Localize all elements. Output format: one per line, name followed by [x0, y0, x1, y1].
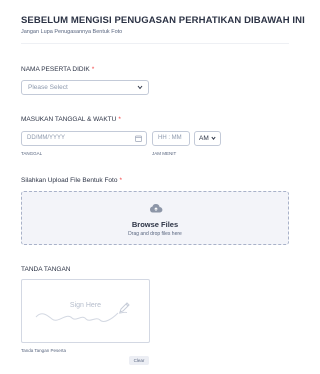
signature-pad[interactable]: Sign Here	[21, 279, 150, 343]
student-name-select[interactable]: Please Select	[21, 80, 149, 95]
clear-signature-button[interactable]: Clear	[129, 356, 149, 365]
date-sublabel: TANGGAL	[21, 151, 43, 156]
time-sublabel: JAM MENIT	[152, 151, 177, 156]
signature-sublabel: Tanda Tangan Peserta	[21, 348, 66, 353]
required-marker: *	[91, 66, 95, 73]
ampm-select[interactable]: AM	[194, 131, 221, 146]
cloud-upload-icon	[149, 200, 163, 213]
header-divider	[21, 43, 289, 44]
date-input[interactable]: DD/MM/YYYY	[21, 131, 147, 146]
upload-label: Silahkan Upload File Bentuk Foto *	[21, 177, 122, 184]
form-subtitle: Jangan Lupa Penugasannya Bentuk Foto	[21, 29, 123, 35]
ampm-value: AM	[199, 135, 209, 142]
student-name-label-text: NAMA PESERTA DIDIK	[21, 66, 90, 73]
required-marker: *	[119, 177, 123, 184]
file-upload-dropzone[interactable]: Browse Files Drag and drop files here	[21, 191, 289, 245]
date-placeholder: DD/MM/YYYY	[27, 135, 66, 141]
browse-files-button[interactable]: Browse Files	[22, 220, 288, 229]
time-input[interactable]: HH : MM	[152, 131, 190, 146]
required-marker: *	[118, 116, 121, 123]
chevron-down-icon	[211, 132, 216, 151]
time-placeholder: HH : MM	[158, 135, 182, 141]
chevron-down-icon	[137, 81, 143, 99]
drag-drop-hint: Drag and drop files here	[128, 231, 182, 237]
upload-label-text: Silahkan Upload File Bentuk Foto	[21, 177, 118, 184]
datetime-label-text: MASUKAN TANGGAL & WAKTU	[21, 116, 117, 123]
student-name-label: NAMA PESERTA DIDIK *	[21, 66, 94, 73]
datetime-label: MASUKAN TANGGAL & WAKTU *	[21, 116, 121, 123]
signature-label: TANDA TANGAN	[21, 266, 71, 273]
calendar-icon[interactable]	[135, 135, 142, 142]
student-name-placeholder: Please Select	[28, 84, 68, 91]
form-title: SEBELUM MENGISI PENUGASAN PERHATIKAN DIB…	[21, 15, 305, 26]
